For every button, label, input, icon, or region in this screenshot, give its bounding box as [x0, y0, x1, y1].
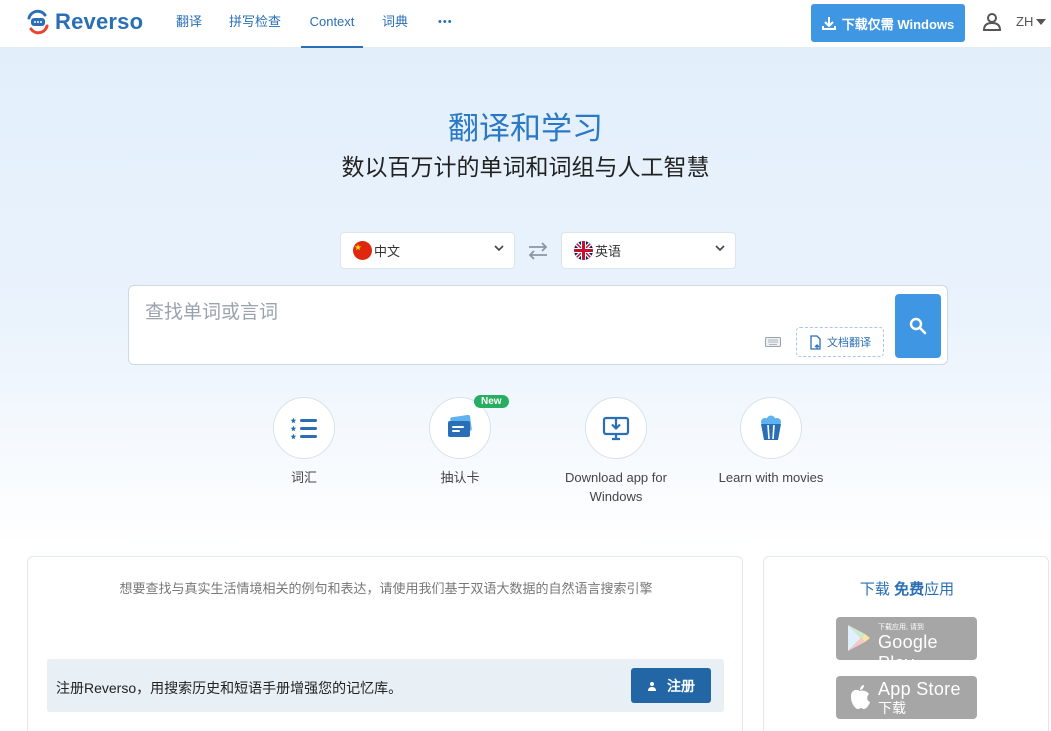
download-icon [821, 16, 836, 30]
new-badge: New [474, 395, 509, 408]
feature-vocabulary[interactable]: 词汇 [229, 397, 379, 487]
reverso-logo[interactable]: Reverso [25, 7, 143, 37]
apps-card: 下载 免费应用 下载应用, 请到 Google Play App Store 下… [763, 556, 1049, 731]
google-play-icon [848, 625, 870, 651]
feature-icon-circle [585, 397, 647, 459]
hero-title: 翻译和学习 [448, 111, 603, 146]
swap-languages-icon[interactable] [527, 242, 549, 260]
apps-title-prefix: 下载 [859, 581, 890, 598]
promo-card: 想要查找与真实生活情境相关的例句和表达，请使用我们基于双语大数据的自然语言搜索引… [27, 556, 743, 731]
user-icon [648, 681, 656, 691]
search-input[interactable] [145, 300, 865, 326]
feature-label: Learn with movies [718, 470, 824, 485]
feature-label: 抽认卡 [440, 470, 480, 485]
download-app-icon [602, 416, 630, 441]
ui-language-label: ZH [1016, 14, 1034, 29]
app-store-small-label: 下载 [878, 700, 906, 716]
promo-text: 想要查找与真实生活情境相关的例句和表达，请使用我们基于双语大数据的自然语言搜索引… [119, 581, 653, 596]
document-translate-label: 文档翻译 [827, 337, 871, 349]
app-store-button[interactable]: App Store 下载 [836, 676, 977, 719]
feature-label: Download app for Windows [565, 470, 667, 504]
register-banner: 注册Reverso，用搜索历史和短语手册增强您的记忆库。 注册 [47, 659, 724, 712]
feature-icon-circle: New [429, 395, 509, 459]
reverso-logo-icon [27, 9, 49, 35]
nav-dictionary[interactable]: 词典 [382, 0, 408, 48]
document-upload-icon [810, 334, 821, 350]
source-language-label: 中文 [374, 244, 401, 259]
feature-icon-circle [740, 397, 802, 459]
search-icon [909, 317, 927, 335]
feature-learn-with-movies[interactable]: Learn with movies [696, 397, 846, 487]
top-header: Reverso 翻译 拼写检查 Context 词典 ••• 下载仅需 Wind… [0, 0, 1051, 48]
chevron-down-icon [715, 245, 725, 252]
nav-context[interactable]: Context [301, 0, 363, 48]
document-translate-button[interactable]: 文档翻译 [796, 327, 884, 357]
feature-label: 词汇 [290, 470, 317, 485]
register-text: 注册Reverso，用搜索历史和短语手册增强您的记忆库。 [56, 680, 403, 696]
feature-icon-circle [273, 397, 335, 459]
hero-subtitle: 数以百万计的单词和词组与人工智慧 [341, 154, 710, 180]
nav-spell-check[interactable]: 拼写检查 [229, 0, 281, 48]
search-button[interactable] [895, 294, 941, 358]
apps-title: 下载 免费应用 [764, 578, 1050, 599]
china-flag-icon [353, 241, 372, 260]
apps-title-bold: 免费 [894, 581, 925, 598]
feature-download-app[interactable]: Download app for Windows [541, 397, 691, 506]
download-windows-button[interactable]: 下载仅需 Windows [811, 4, 965, 42]
search-box: 文档翻译 [128, 285, 948, 365]
google-play-small-label: 下载应用, 请到 [878, 624, 924, 631]
apps-title-suffix: 应用 [924, 581, 955, 598]
more-menu-icon[interactable]: ••• [438, 0, 453, 48]
caret-down-icon [1036, 18, 1047, 25]
nav-translate[interactable]: 翻译 [176, 0, 202, 48]
google-play-label: Google Play [878, 632, 938, 673]
app-store-label: App Store [878, 679, 961, 699]
register-button[interactable]: 注册 [631, 668, 711, 703]
chevron-down-icon [494, 245, 504, 252]
google-play-button[interactable]: 下载应用, 请到 Google Play [836, 617, 977, 673]
download-windows-label: 下载仅需 Windows [841, 16, 955, 32]
flashcards-icon [448, 415, 472, 437]
uk-flag-icon [574, 241, 593, 260]
apple-icon [851, 685, 870, 709]
target-language-label: 英语 [595, 244, 622, 259]
user-account-icon[interactable] [982, 12, 1002, 32]
feature-flashcards[interactable]: New 抽认卡 [385, 395, 535, 487]
ui-language-selector[interactable]: ZH [1016, 14, 1047, 29]
target-language-select[interactable]: 英语 [561, 232, 736, 269]
vocabulary-list-icon [290, 417, 317, 440]
logo-text: Reverso [55, 9, 144, 34]
source-language-select[interactable]: 中文 [340, 232, 515, 269]
keyboard-icon[interactable] [765, 337, 781, 347]
popcorn-icon [761, 415, 781, 440]
register-button-label: 注册 [667, 677, 695, 694]
